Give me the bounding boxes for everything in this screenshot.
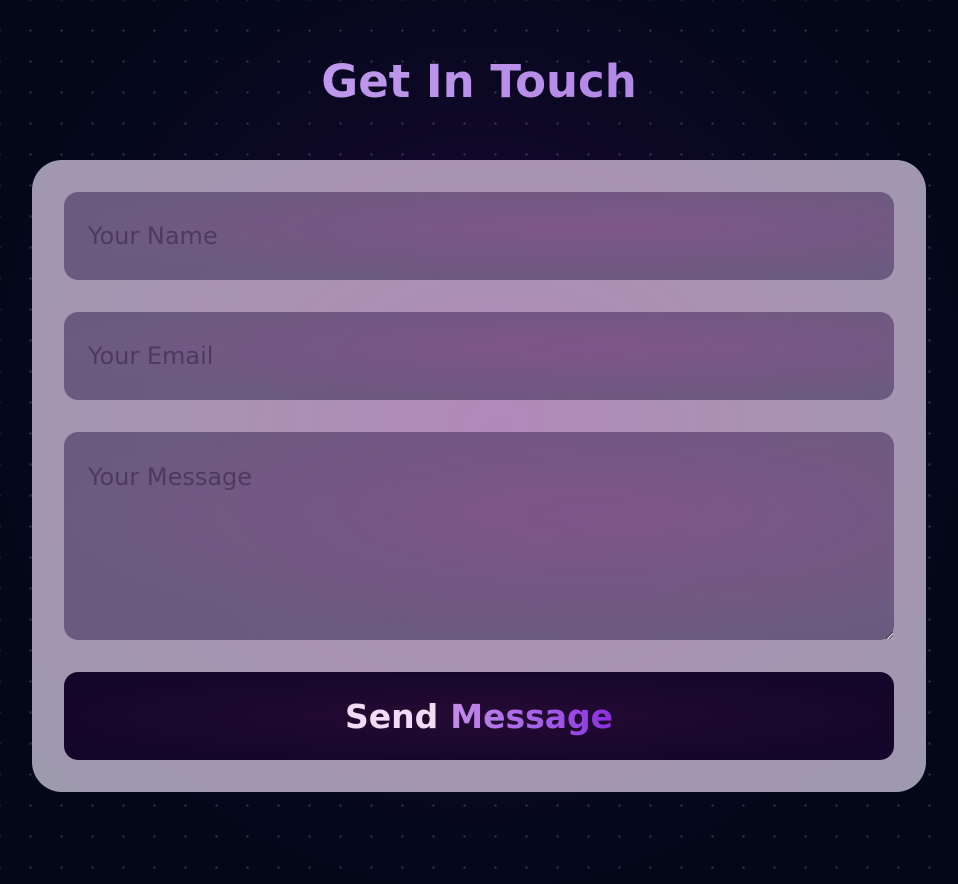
contact-section: Get In Touch Send Message [0, 0, 958, 792]
page-title: Get In Touch [0, 52, 958, 112]
message-textarea[interactable] [64, 432, 894, 640]
contact-form: Send Message [32, 160, 926, 792]
send-button-label-message: Message [450, 696, 614, 736]
name-input[interactable] [64, 192, 894, 280]
send-button-label-send: Send [344, 696, 439, 736]
send-message-button[interactable]: Send Message [64, 672, 894, 760]
email-input[interactable] [64, 312, 894, 400]
